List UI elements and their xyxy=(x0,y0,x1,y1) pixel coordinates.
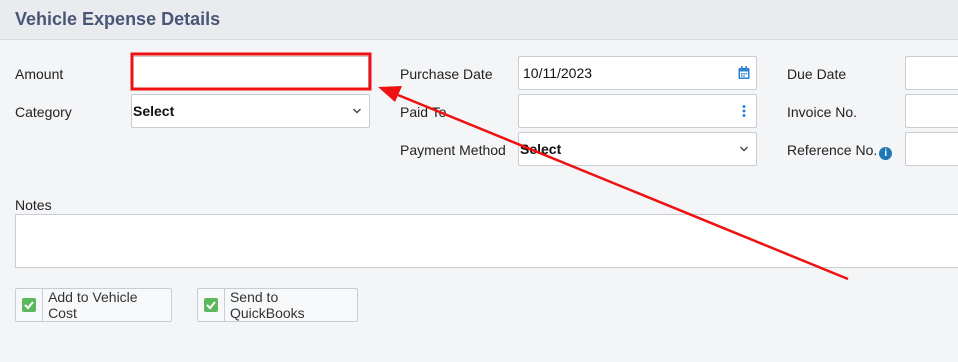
send-to-quickbooks-label: Send to QuickBooks xyxy=(229,289,305,321)
reference-input[interactable] xyxy=(905,132,958,166)
reference-label-text: Reference No. xyxy=(787,142,878,158)
send-to-quickbooks-checkbox[interactable] xyxy=(198,289,225,321)
check-icon xyxy=(24,301,34,310)
category-label: Category xyxy=(15,104,72,120)
due-date-input[interactable] xyxy=(905,56,958,90)
check-icon xyxy=(203,298,218,312)
invoice-input[interactable] xyxy=(905,94,958,128)
annotation-arrowhead xyxy=(378,86,402,102)
section-header: Vehicle Expense Details xyxy=(0,0,958,40)
amount-label: Amount xyxy=(15,66,64,82)
calendar-icon[interactable] xyxy=(738,66,750,80)
section-title: Vehicle Expense Details xyxy=(15,9,221,29)
purchase-date-value: 10/11/2023 xyxy=(523,65,593,81)
add-to-vehicle-cost-toggle[interactable]: Add to Vehicle Cost xyxy=(15,288,172,322)
payment-method-label: Payment Method xyxy=(400,142,506,158)
category-select[interactable]: Select xyxy=(131,94,370,128)
due-date-label: Due Date xyxy=(787,66,847,82)
check-icon xyxy=(22,298,37,312)
category-value: Select xyxy=(133,103,175,119)
payment-method-value: Select xyxy=(520,141,562,157)
amount-input[interactable] xyxy=(131,56,369,89)
notes-label: Notes xyxy=(15,197,52,213)
chevron-down-icon xyxy=(740,146,748,152)
info-icon[interactable]: i xyxy=(879,147,893,160)
paid-to-label: Paid To xyxy=(400,104,447,120)
paid-to-input[interactable] xyxy=(518,94,757,128)
reference-label: Reference No. i xyxy=(787,142,893,160)
purchase-date-label: Purchase Date xyxy=(400,66,493,82)
notes-textarea[interactable] xyxy=(15,214,958,268)
purchase-date-input[interactable]: 10/11/2023 xyxy=(518,56,757,90)
kebab-icon[interactable] xyxy=(738,104,750,118)
chevron-down-icon xyxy=(353,108,361,114)
add-to-vehicle-cost-checkbox[interactable] xyxy=(16,289,44,321)
add-to-vehicle-cost-label: Add to Vehicle Cost xyxy=(48,289,138,321)
payment-method-select[interactable]: Select xyxy=(518,132,757,166)
check-icon xyxy=(206,301,216,310)
send-to-quickbooks-toggle[interactable]: Send to QuickBooks xyxy=(197,288,358,322)
invoice-label: Invoice No. xyxy=(787,104,858,120)
